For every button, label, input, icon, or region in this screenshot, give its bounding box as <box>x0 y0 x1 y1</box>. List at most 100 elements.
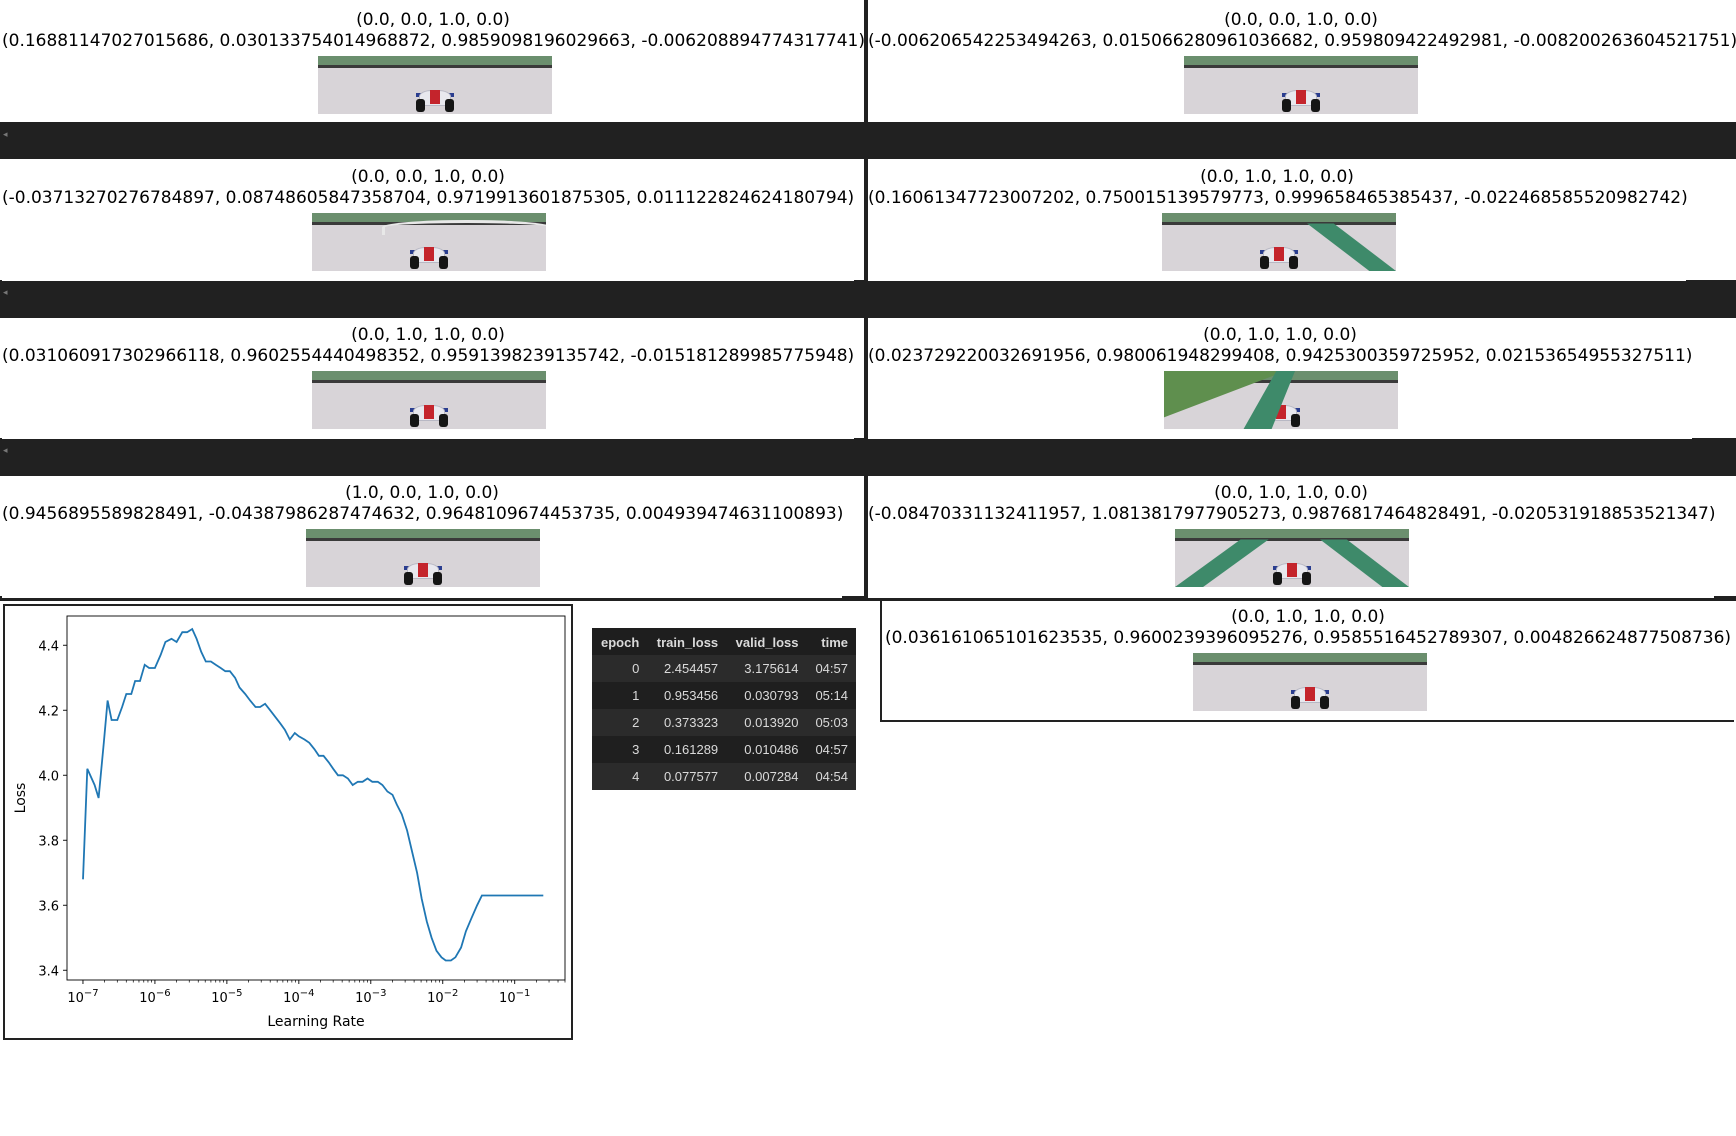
table-cell: 2 <box>592 709 648 736</box>
output-separator: ◂ <box>0 122 1736 159</box>
prediction-label: (0.036161065101623535, 0.960023939609527… <box>884 628 1732 648</box>
x-tick-label: 10−5 <box>211 988 242 1006</box>
x-tick-label: 10−2 <box>427 988 458 1006</box>
action-label: (0.0, 0.0, 1.0, 0.0) <box>1224 10 1378 30</box>
table-cell: 0.077577 <box>647 763 727 790</box>
race-car <box>416 85 454 112</box>
race-car <box>404 558 442 585</box>
column-header-time: time <box>806 628 856 655</box>
prediction-label: (-0.006206542253494263, 0.01506628096103… <box>868 31 1736 51</box>
column-header-train-loss: train_loss <box>647 628 727 655</box>
prediction-label: (0.031060917302966118, 0.960255444049835… <box>2 346 855 366</box>
table-cell: 04:57 <box>806 655 856 682</box>
x-tick-label: 10−1 <box>499 988 530 1006</box>
y-tick-label: 4.4 <box>38 639 59 654</box>
table-row: 1 0.953456 0.030793 05:14 <box>592 682 856 709</box>
table-cell: 0.373323 <box>647 709 727 736</box>
y-tick-label: 3.8 <box>38 834 59 849</box>
y-tick-label: 4.2 <box>38 704 59 719</box>
column-header-valid-loss: valid_loss <box>726 628 807 655</box>
table-cell: 04:54 <box>806 763 856 790</box>
prediction-label: (-0.08470331132411957, 1.081381797790527… <box>868 504 1716 524</box>
lr-finder-plot: 3.4 3.6 3.8 4.0 4.2 4.4 10−7 10−6 10−5 10−4 10−3 10… <box>13 615 566 1030</box>
frame-prediction-cell: (0.0, 1.0, 1.0, 0.0) (0.03106091730296611… <box>2 319 854 439</box>
frame-prediction-cell: (0.0, 0.0, 1.0, 0.0) (0.16881147027015686… <box>2 4 865 122</box>
y-tick-label: 4.0 <box>38 769 59 784</box>
frame-prediction-cell: (0.0, 1.0, 1.0, 0.0) (-0.0847033113241195… <box>868 477 1716 598</box>
frame-prediction-cell: (0.0, 0.0, 1.0, 0.0) (-0.0371327027678489… <box>2 161 854 281</box>
frame-prediction-cell: (0.0, 0.0, 1.0, 0.0) (-0.0062065422534942… <box>868 4 1736 122</box>
frame-prediction-cell: (0.0, 1.0, 1.0, 0.0) (0.16061347723007202… <box>868 161 1688 281</box>
table-cell: 0 <box>592 655 648 682</box>
action-label: (0.0, 1.0, 1.0, 0.0) <box>351 325 505 345</box>
action-label: (0.0, 1.0, 1.0, 0.0) <box>1200 167 1354 187</box>
frame-prediction-cell: (1.0, 0.0, 1.0, 0.0) (0.9456895589828491,… <box>2 477 844 598</box>
loss-curve <box>82 627 544 962</box>
race-frame-image <box>312 213 546 271</box>
y-tick-label: 3.4 <box>38 964 59 979</box>
race-car <box>1273 558 1311 585</box>
prediction-label: (0.16881147027015686, 0.0301337540149688… <box>2 31 865 51</box>
collapse-marker[interactable]: ◂ <box>3 446 8 456</box>
lr-finder-chart: 3.4 3.6 3.8 4.0 4.2 4.4 10−7 10−6 10−5 10−4 10−3 10… <box>3 604 573 1040</box>
table-cell: 05:03 <box>806 709 856 736</box>
y-tick-label: 3.6 <box>38 899 59 914</box>
race-frame-image <box>1184 56 1418 114</box>
race-frame-image <box>306 529 540 587</box>
race-frame-image <box>1175 529 1409 587</box>
table-cell: 0.953456 <box>647 682 727 709</box>
table-cell: 05:14 <box>806 682 856 709</box>
table-cell: 0.013920 <box>726 709 807 736</box>
frame-prediction-cell: (0.0, 1.0, 1.0, 0.0) (0.02372922003269195… <box>868 319 1692 439</box>
race-frame-image <box>1162 213 1396 271</box>
race-car <box>410 242 448 269</box>
x-tick-label: 10−3 <box>355 988 386 1006</box>
race-frame-image <box>318 56 552 114</box>
prediction-label: (-0.03713270276784897, 0.087486058473587… <box>2 188 855 208</box>
action-label: (1.0, 0.0, 1.0, 0.0) <box>345 483 499 503</box>
collapse-marker[interactable]: ◂ <box>3 288 8 298</box>
race-frame-image <box>1193 653 1427 711</box>
plot-frame <box>66 615 566 981</box>
output-separator: ◂ <box>0 280 1736 318</box>
race-frame-image <box>1164 371 1398 429</box>
frame-prediction-cell: (0.0, 1.0, 1.0, 0.0) (0.03616106510162353… <box>880 601 1734 722</box>
table-cell: 0.007284 <box>726 763 807 790</box>
x-axis-label: Learning Rate <box>267 1014 364 1030</box>
training-results-table: epoch train_loss valid_loss time 0 2.454457 3… <box>592 628 856 790</box>
race-car <box>1260 242 1298 269</box>
action-label: (0.0, 1.0, 1.0, 0.0) <box>1203 325 1357 345</box>
table-header-row: epoch train_loss valid_loss time <box>592 628 856 655</box>
table-cell: 0.010486 <box>726 736 807 763</box>
table-row: 0 2.454457 3.175614 04:57 <box>592 655 856 682</box>
table-row: 2 0.373323 0.013920 05:03 <box>592 709 856 736</box>
table-cell: 2.454457 <box>647 655 727 682</box>
action-label: (0.0, 1.0, 1.0, 0.0) <box>1231 607 1385 627</box>
prediction-label: (0.023729220032691956, 0.980061948299408… <box>868 346 1693 366</box>
table-row: 4 0.077577 0.007284 04:54 <box>592 763 856 790</box>
table-cell: 0.030793 <box>726 682 807 709</box>
x-tick-label: 10−6 <box>139 988 170 1006</box>
prediction-label: (0.9456895589828491, -0.0438798628747463… <box>2 504 844 524</box>
table-cell: 0.161289 <box>647 736 727 763</box>
table-cell: 04:57 <box>806 736 856 763</box>
output-separator: ◂ <box>0 438 1736 476</box>
action-label: (0.0, 0.0, 1.0, 0.0) <box>351 167 505 187</box>
race-car <box>1291 682 1329 709</box>
y-axis-label: Loss <box>13 783 29 814</box>
column-header-epoch: epoch <box>592 628 648 655</box>
table-row: 3 0.161289 0.010486 04:57 <box>592 736 856 763</box>
collapse-marker[interactable]: ◂ <box>3 130 8 140</box>
action-label: (0.0, 0.0, 1.0, 0.0) <box>356 10 510 30</box>
prediction-label: (0.16061347723007202, 0.750015139579773,… <box>868 188 1688 208</box>
x-tick-label: 10−4 <box>283 988 314 1006</box>
table-cell: 3 <box>592 736 648 763</box>
table-cell: 1 <box>592 682 648 709</box>
race-car <box>1282 85 1320 112</box>
x-tick-label: 10−7 <box>67 988 98 1006</box>
table-cell: 3.175614 <box>726 655 807 682</box>
action-label: (0.0, 1.0, 1.0, 0.0) <box>1214 483 1368 503</box>
race-frame-image <box>312 371 546 429</box>
race-car <box>410 400 448 427</box>
table-cell: 4 <box>592 763 648 790</box>
